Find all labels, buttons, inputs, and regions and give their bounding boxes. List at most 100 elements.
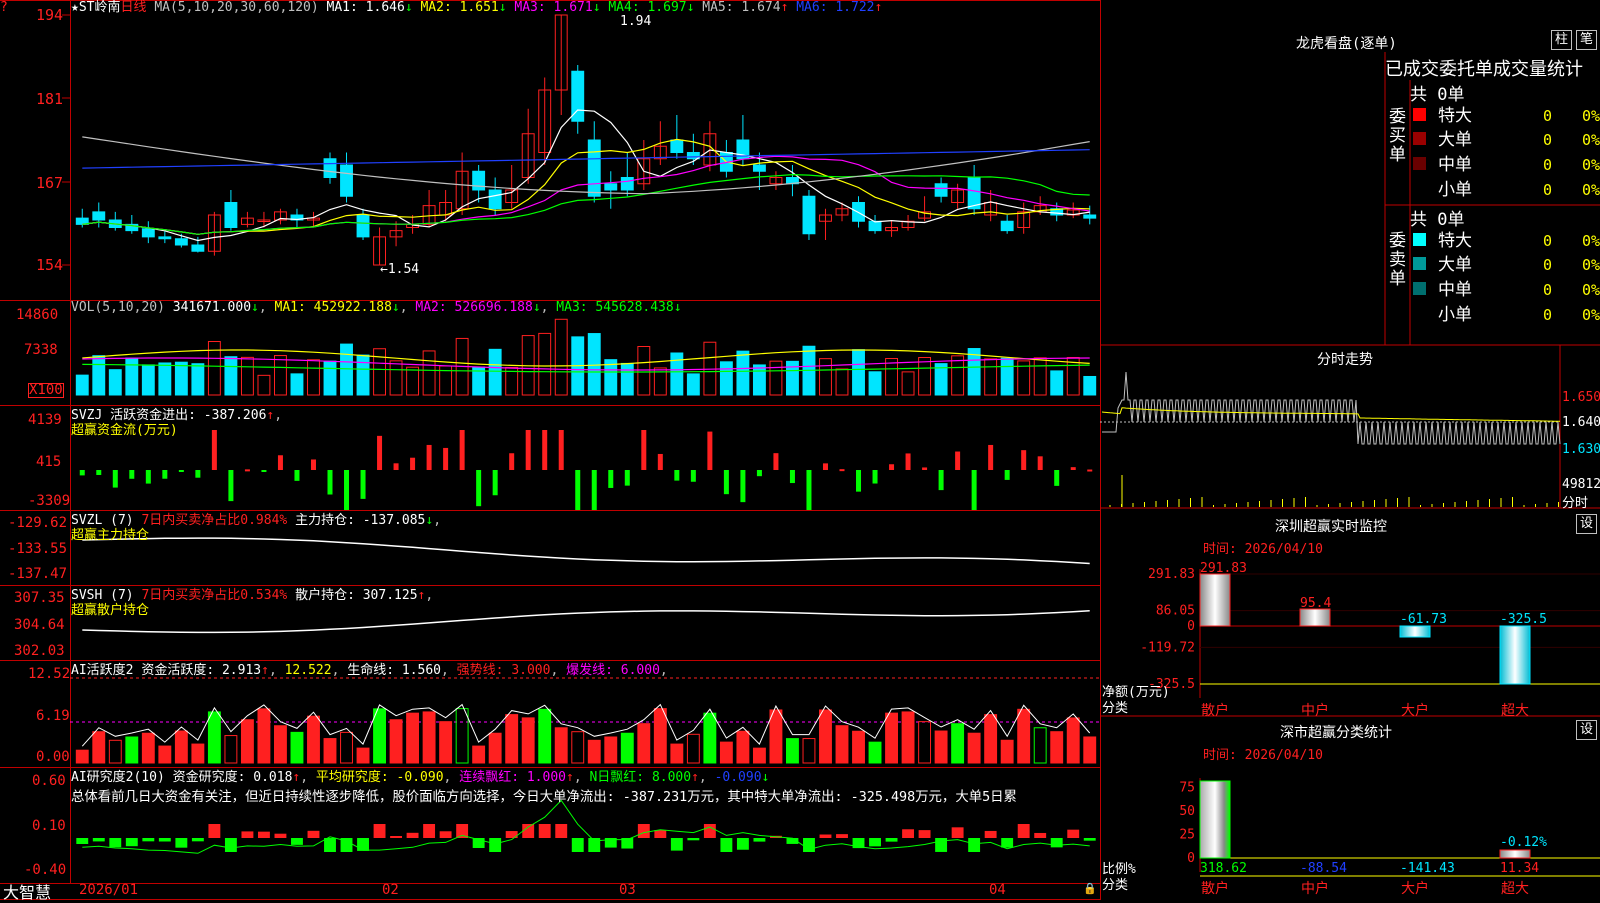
lhb-row-count: 0	[1543, 232, 1552, 250]
volume-bar	[92, 355, 106, 396]
ai1-header: AI活跃度2 资金活跃度: 2.913↑, 12.522, 生命线: 1.560…	[71, 663, 668, 678]
high-label: 1.94	[620, 14, 652, 29]
activity-bar	[868, 741, 882, 764]
activity-bar	[455, 708, 469, 764]
sz-class-settings-button[interactable]: 设	[1576, 720, 1598, 740]
activity-bar	[521, 717, 535, 764]
flow-bar	[393, 463, 399, 470]
lhb-row-label: 大单	[1438, 130, 1472, 150]
activity-bar	[885, 712, 898, 764]
research-bar	[92, 838, 105, 842]
candle-body	[868, 220, 882, 232]
monitor-bar	[1399, 625, 1431, 638]
flow-bar	[889, 464, 895, 470]
volume-bar	[1050, 370, 1064, 396]
flow-bar	[707, 431, 713, 470]
flow-bar	[410, 457, 416, 470]
brand-logo[interactable]: 大智慧	[3, 879, 51, 903]
activity-bar	[240, 719, 254, 764]
activity-bar	[75, 749, 89, 764]
class-bar-label: 11.34	[1500, 861, 1539, 876]
sz-class-title: 深市超赢分类统计	[1280, 725, 1392, 741]
candle-body	[174, 238, 188, 246]
lhb-title: 龙虎看盘(逐单)	[1296, 36, 1397, 52]
research-bar	[819, 834, 832, 838]
volume-bar	[389, 360, 403, 396]
tick-view-button[interactable]: 笔	[1576, 30, 1598, 50]
candle-body	[1000, 220, 1014, 232]
research-bar	[869, 838, 881, 847]
research-bar	[175, 838, 188, 848]
flow-bar	[211, 430, 217, 470]
sell-total: 共 0单	[1410, 210, 1465, 230]
activity-bar	[934, 730, 948, 764]
sz-monitor-settings-button[interactable]: 设	[1576, 514, 1598, 534]
lhb-row-pct: 0%	[1582, 281, 1600, 299]
volume-bar	[620, 362, 634, 396]
activity-bar	[967, 732, 981, 764]
flow-bar	[988, 444, 994, 470]
lhb-row-pct: 0%	[1582, 107, 1600, 125]
activity-bar	[786, 738, 799, 764]
flow-bar	[591, 470, 597, 510]
period-label[interactable]: 日线	[120, 0, 146, 15]
activity-bar	[389, 719, 403, 764]
volume-bar	[488, 348, 502, 396]
monitor-tick: 0	[1187, 619, 1195, 634]
flow-bar	[1070, 467, 1076, 470]
activity-bar	[340, 731, 353, 764]
svsh-tick: 307.35	[14, 590, 65, 606]
flow-bar	[789, 470, 795, 484]
research-bar	[555, 824, 568, 838]
volume-bar	[554, 318, 568, 396]
lock-icon[interactable]: 🔒	[1083, 882, 1097, 895]
lhb-row-count: 0	[1543, 156, 1552, 174]
flow-bar	[509, 453, 515, 470]
lhb-row-count: 0	[1543, 131, 1552, 149]
ma3-label: MA3: 1.671↓	[514, 0, 601, 15]
flow-bar	[244, 469, 250, 472]
ai1-tick: 0.00	[36, 749, 70, 765]
research-bar	[918, 830, 931, 838]
activity-bar	[373, 708, 386, 764]
class-category: 大户	[1401, 880, 1429, 897]
fenshi-vol-label: 49812	[1562, 477, 1600, 492]
star-icon[interactable]: ★	[71, 0, 79, 15]
flow-bar	[476, 470, 482, 507]
activity-bar	[92, 731, 106, 764]
volume-bar	[307, 359, 320, 396]
research-bar	[373, 824, 386, 838]
flow-bar	[178, 470, 184, 472]
activity-bar	[1066, 717, 1080, 764]
fenshi-tick: 1.630	[1562, 442, 1600, 457]
activity-bar	[439, 721, 453, 764]
research-bar	[357, 838, 369, 851]
flow-bar	[872, 470, 878, 484]
activity-bar	[554, 727, 568, 764]
class-bar-label: 318.62	[1200, 861, 1247, 876]
research-bar	[670, 838, 683, 851]
activity-bar	[1017, 708, 1031, 764]
lhb-row-count: 0	[1543, 181, 1552, 199]
activity-bar	[488, 732, 502, 764]
volume-bar	[538, 332, 552, 396]
research-bar	[1067, 829, 1080, 838]
class-category: 中户	[1301, 880, 1329, 897]
flow-bar	[575, 470, 581, 510]
candle-body	[356, 214, 370, 238]
price-header: ★ST岭南日线 MA(5,10,20,30,60,120) MA1: 1.646…	[71, 0, 882, 16]
flow-bar	[542, 430, 548, 470]
svzl-subtitle: 超赢主力持仓	[71, 528, 150, 543]
class-bar	[1199, 780, 1231, 859]
lhb-row-count: 0	[1543, 281, 1552, 299]
candle-body	[141, 228, 155, 238]
sz-class-time: 时间: 2026/04/10	[1203, 748, 1323, 763]
lhb-row-label: 中单	[1438, 155, 1472, 175]
date-label: 04	[989, 882, 1006, 898]
volume-bar	[835, 368, 849, 396]
volume-bar	[274, 355, 287, 396]
column-view-button[interactable]: 柱	[1551, 30, 1573, 50]
flow-bar	[162, 470, 168, 479]
ai2-commentary: 总体看前几日大资金有关注，但近日持续性逐步降低，股价面临方向选择，今日大单净流出…	[71, 790, 1017, 805]
class-bar-label: -88.54	[1300, 861, 1347, 876]
